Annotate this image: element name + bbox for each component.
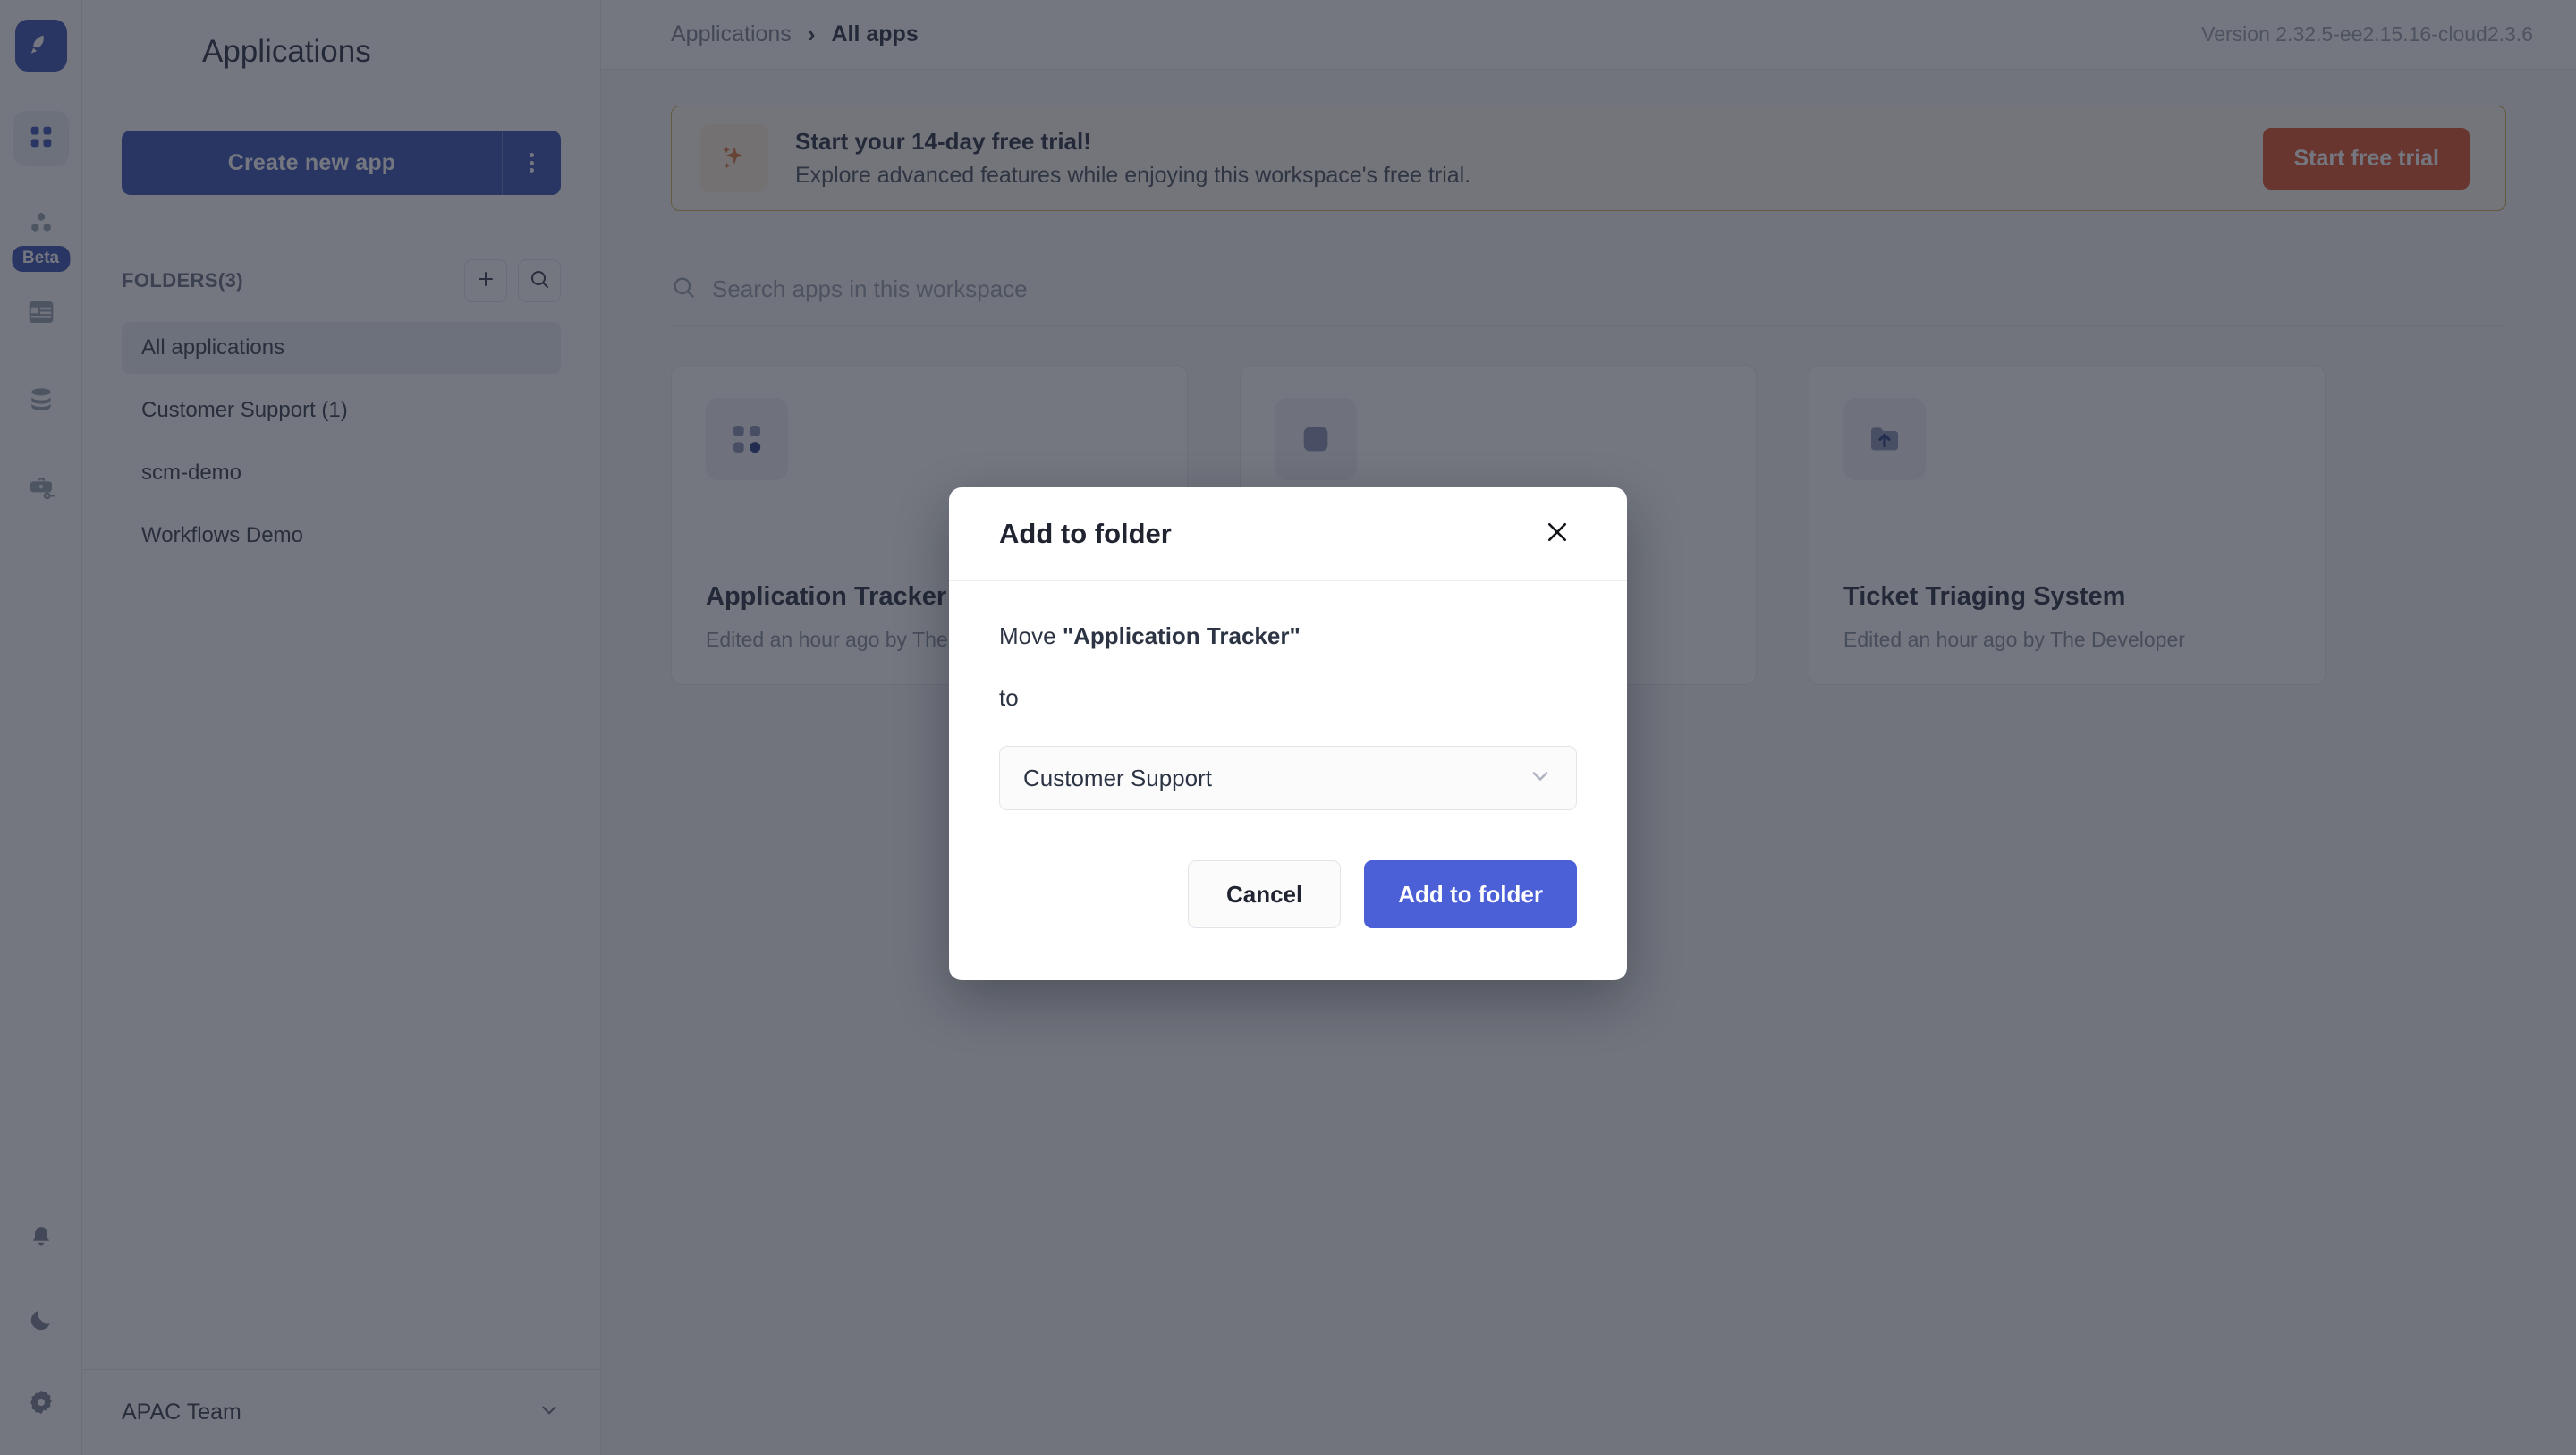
move-prefix: Move (999, 622, 1063, 649)
add-to-folder-button[interactable]: Add to folder (1364, 860, 1577, 928)
dialog-body: Move "Application Tracker" to Customer S… (949, 581, 1627, 810)
folder-select-value: Customer Support (1023, 764, 1212, 791)
dialog-title: Add to folder (999, 518, 1172, 549)
move-app-name: "Application Tracker" (1062, 622, 1301, 649)
close-icon (1544, 519, 1571, 550)
add-to-folder-dialog: Add to folder Move "Application Tracker"… (949, 487, 1627, 980)
folder-select[interactable]: Customer Support (999, 746, 1577, 810)
app-root: Beta (0, 0, 2576, 1455)
cancel-button[interactable]: Cancel (1187, 860, 1342, 928)
dialog-header: Add to folder (949, 487, 1627, 581)
to-label: to (999, 684, 1019, 711)
move-description: Move "Application Tracker" (999, 622, 1577, 650)
chevron-down-icon (1528, 764, 1553, 793)
close-button[interactable] (1538, 514, 1577, 554)
dialog-footer: Cancel Add to folder (949, 810, 1627, 980)
